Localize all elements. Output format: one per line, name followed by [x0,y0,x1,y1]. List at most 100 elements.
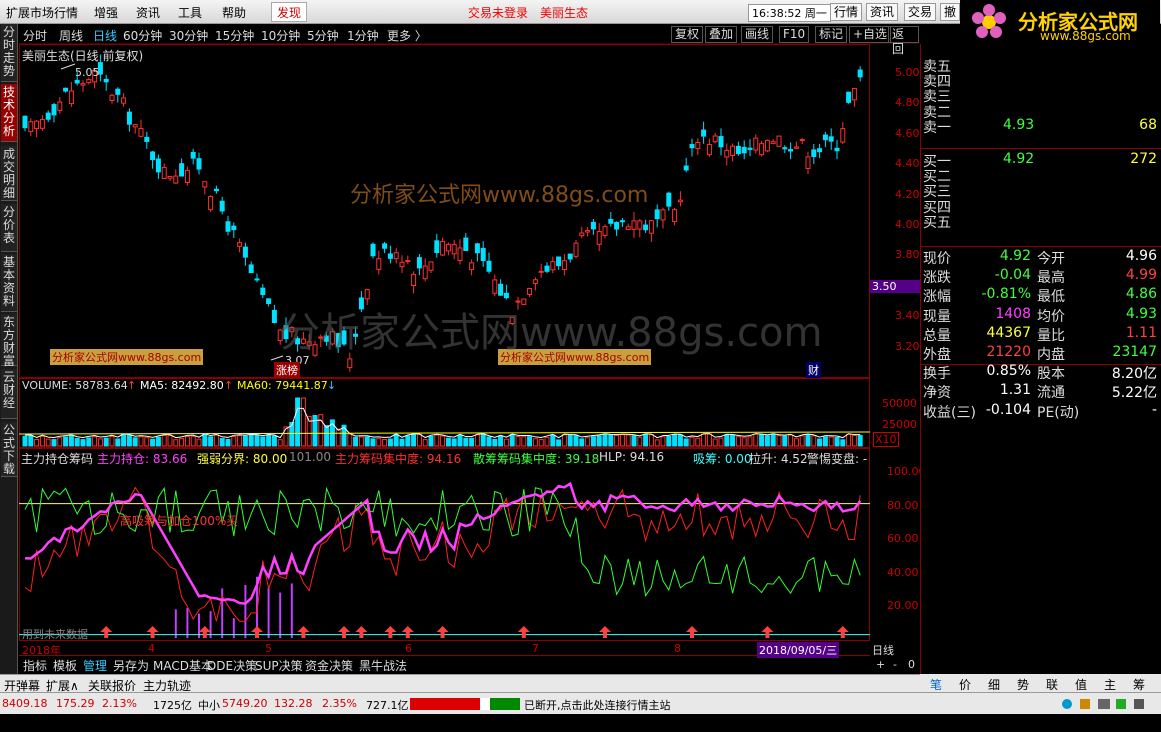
menu-info[interactable]: 资讯 [136,4,160,21]
candle-body [735,145,741,155]
candle-body [237,242,243,247]
volume-chart[interactable] [19,378,870,448]
candle-body [585,230,591,233]
left-tab-4[interactable]: 基本资料 [1,254,17,312]
toolbar-btn-6[interactable]: 返回 [888,26,919,56]
settings-icon [1134,699,1144,709]
period-6[interactable]: 10分钟 [261,27,300,44]
candle-body [648,220,654,234]
menu-enhance[interactable]: 增强 [94,4,118,21]
candle-body [840,128,846,143]
toolbar-btn-2[interactable]: 画线 [741,26,774,43]
formula-tab-7[interactable]: 资金决策 [305,657,353,674]
candle-body [457,247,463,261]
candle-body [753,137,759,151]
volume-bar [851,434,857,447]
x-label: 8 [674,642,681,655]
candle-body [718,136,724,148]
right-tab-5[interactable]: 值 [1075,676,1087,693]
quote-label: 现价 [923,251,951,267]
menu-ext-market[interactable]: 扩展市场行情 [6,4,78,21]
volume-bar [97,438,103,447]
connection-message[interactable]: 已断开,点击此处连接行情主站 [524,697,671,713]
sell-level-volume: 68 [1139,116,1157,133]
period-8[interactable]: 1分钟 [347,27,379,44]
menu-help[interactable]: 帮助 [222,4,246,21]
toolbar-btn-1[interactable]: 叠加 [705,26,738,43]
formula-tab-2[interactable]: 管理 [83,657,107,674]
volume-bar [718,437,724,447]
period-7[interactable]: 5分钟 [307,27,339,44]
candle-body [121,97,127,104]
finance-badge[interactable]: 财 [806,362,821,378]
period-3[interactable]: 60分钟 [123,27,162,44]
indicator-y-tick: 40.00 [887,565,919,579]
candle-body [701,129,707,137]
formula-tab-1[interactable]: 模板 [53,657,77,674]
formula-tab-0[interactable]: 指标 [23,657,47,674]
right-tab-7[interactable]: 筹 [1133,676,1145,693]
right-tab-6[interactable]: 主 [1104,676,1116,693]
candle-body [416,257,422,269]
right-tab-0[interactable]: 笔 [930,676,942,693]
formula-tab-8[interactable]: 黑牛战法 [359,657,407,674]
volume-bar [138,436,144,447]
btn-quote[interactable]: 行情 [830,3,863,21]
price-y-tick: 4.60 [895,126,920,140]
formula-tab-4[interactable]: MACD基本 [153,657,213,674]
menu-tools[interactable]: 工具 [178,4,202,21]
btn-cancel[interactable]: 撤 [940,3,961,21]
period-4[interactable]: 30分钟 [169,27,208,44]
period-5[interactable]: 15分钟 [215,27,254,44]
x-label: 4 [148,642,155,655]
price-y-tick: 3.20 [895,339,920,353]
period-9[interactable]: 更多 〉 [387,27,427,44]
vol-scale: X10 [873,432,899,447]
candle-body [625,226,631,231]
left-tab-0[interactable]: 分时走势 [1,24,17,82]
volume-bar [161,434,167,447]
volume-bar [660,436,666,447]
buy-arrow-icon [401,626,414,638]
volume-bar [805,434,811,447]
right-tab-1[interactable]: 价 [959,676,971,693]
period-2[interactable]: 日线 [93,27,117,44]
left-tab-3[interactable]: 分价表 [1,204,17,252]
formula-tab-6[interactable]: SUP决策 [255,657,303,674]
btn-trade[interactable]: 交易 [904,3,937,21]
left-tab-1[interactable]: 技术分析 [1,84,17,142]
quote-label: 涨跌 [923,270,951,287]
indicator-chart[interactable] [19,448,870,641]
volume-bar [231,435,237,447]
right-tab-2[interactable]: 细 [988,676,1000,693]
candle-body [834,147,840,152]
right-tab-4[interactable]: 联 [1046,676,1058,693]
left-tab-7[interactable]: 公式下载 [1,422,17,477]
candle-body [39,119,45,129]
toolbar-btn-5[interactable]: +自选 [849,26,892,43]
candle-body [208,196,214,211]
right-tab-3[interactable]: 势 [1017,676,1029,693]
volume-bar [382,438,388,447]
candle-body [614,221,620,230]
future-note: 用到未来数据 [22,628,88,641]
quote-label: 现量 [923,308,951,325]
left-tab-2[interactable]: 成交明细 [1,146,17,201]
toolbar-btn-3[interactable]: F10 [779,26,810,43]
toolbar-btn-0[interactable]: 复权 [671,26,704,43]
left-tab-6[interactable]: 云财经 [1,369,17,419]
formula-tab-3[interactable]: 另存为 [113,657,149,674]
volume-bar [608,434,614,447]
limit-up-badge[interactable]: 涨榜 [274,362,300,378]
volume-bar [503,438,509,447]
formula-tab-5[interactable]: DDE决策 [207,657,257,674]
candle-body [573,242,579,257]
menu-discover[interactable]: 发现 [271,2,308,22]
login-status[interactable]: 交易未登录 [468,4,528,21]
toolbar-btn-4[interactable]: 标记 [815,26,848,43]
period-1[interactable]: 周线 [59,27,83,44]
left-tab-5[interactable]: 东方财富 [1,314,17,368]
volume-bar [277,439,283,447]
period-0[interactable]: 分时 [23,27,47,44]
btn-news[interactable]: 资讯 [866,3,899,21]
